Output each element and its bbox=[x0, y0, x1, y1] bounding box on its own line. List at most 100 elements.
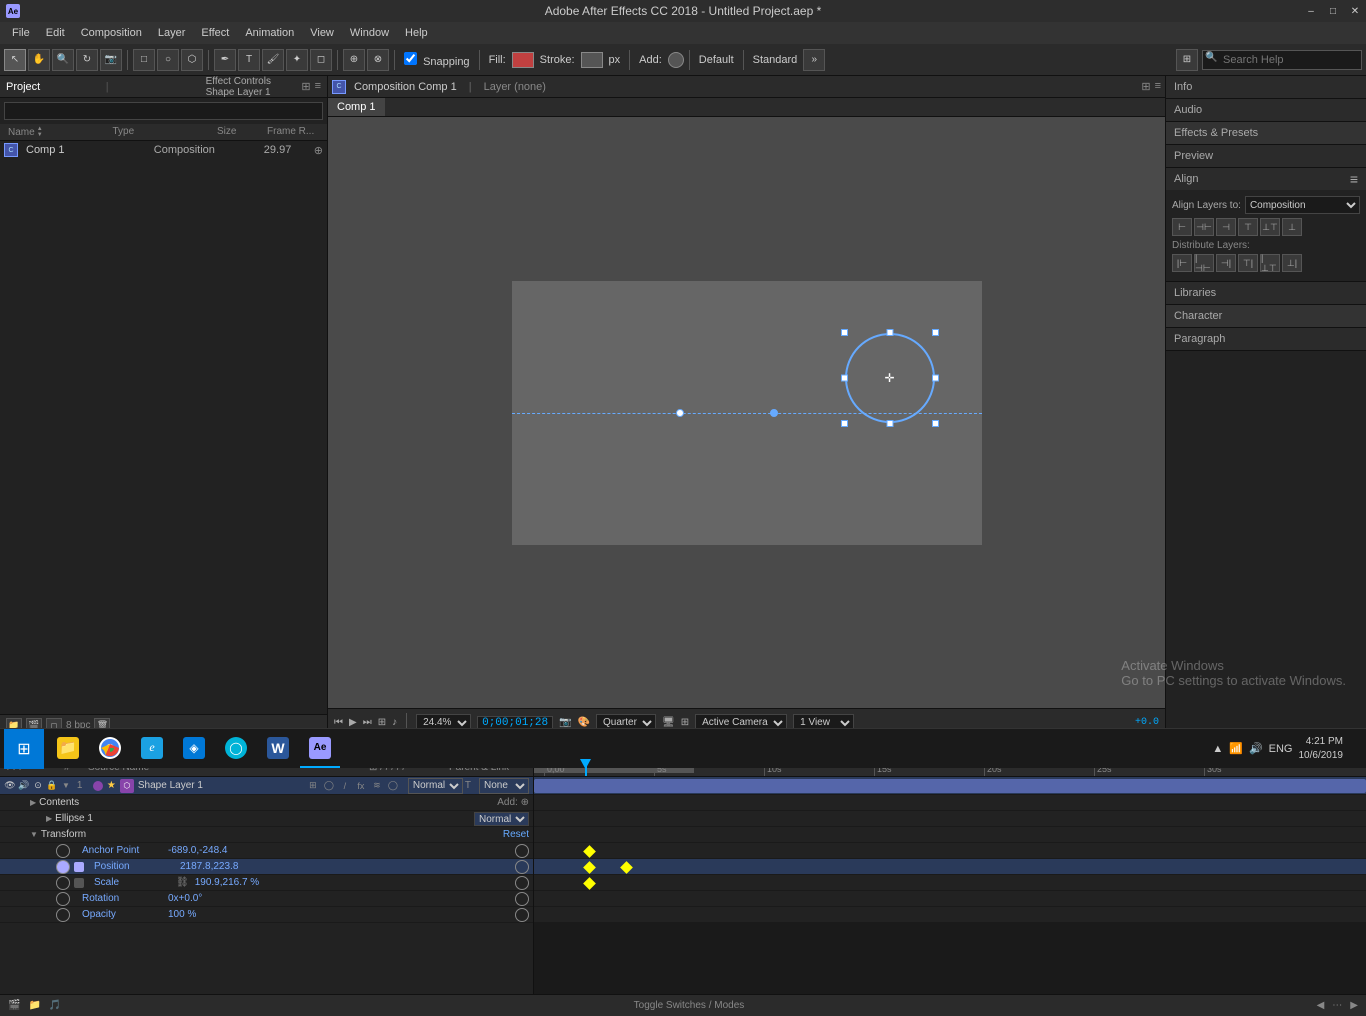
comp-tab-comp1[interactable]: Comp 1 bbox=[328, 98, 385, 116]
libraries-section-header[interactable]: Libraries bbox=[1166, 282, 1366, 304]
tl-folder-btn[interactable]: 📁 bbox=[28, 1000, 40, 1011]
info-section-header[interactable]: Info bbox=[1166, 76, 1366, 98]
layer-star-1[interactable]: ★ bbox=[107, 780, 116, 791]
scale-row[interactable]: Scale ⛓ 190.9,216.7 % bbox=[0, 875, 533, 891]
preview-section-header[interactable]: Preview bbox=[1166, 145, 1366, 167]
render-btn[interactable]: 🎬 bbox=[8, 1000, 20, 1011]
eraser-tool[interactable]: ◻ bbox=[310, 49, 332, 71]
taskbar-edge[interactable]: ◈ bbox=[174, 730, 214, 768]
transform-expand[interactable]: ▼ bbox=[30, 830, 38, 839]
audio-section-header[interactable]: Audio bbox=[1166, 99, 1366, 121]
anchor-keyframe[interactable] bbox=[583, 845, 596, 858]
ellipse-1-row[interactable]: ▶ Ellipse 1 Normal bbox=[0, 811, 533, 827]
prev-frame-btn[interactable]: ⏮ bbox=[334, 717, 343, 728]
ellipse-mode-select[interactable]: Normal bbox=[474, 812, 529, 826]
workspace-btn[interactable]: ⊞ bbox=[1176, 49, 1198, 71]
menu-window[interactable]: Window bbox=[342, 25, 397, 41]
paragraph-section-header[interactable]: Paragraph bbox=[1166, 328, 1366, 350]
rect-tool[interactable]: □ bbox=[133, 49, 155, 71]
sw-adjust[interactable]: ◯ bbox=[386, 779, 400, 793]
align-layers-select[interactable]: Composition Selection Layer bbox=[1245, 196, 1360, 214]
snapping-checkbox[interactable] bbox=[404, 52, 417, 65]
tl-nav-left[interactable]: ◀ bbox=[1317, 1000, 1325, 1011]
comp-panel-menu[interactable]: ≡ bbox=[1155, 80, 1161, 93]
taskbar-ae[interactable]: Ae bbox=[300, 730, 340, 768]
rotation-row[interactable]: Rotation 0x+0.0° bbox=[0, 891, 533, 907]
col-size[interactable]: Size bbox=[213, 126, 263, 138]
rotation-reset-btn[interactable] bbox=[515, 892, 529, 906]
scale-reset-btn[interactable] bbox=[515, 876, 529, 890]
layer-mode-select-1[interactable]: Normal bbox=[408, 778, 463, 794]
snapshot-btn[interactable]: 📷 bbox=[559, 717, 571, 728]
panel-menu-btn[interactable]: ≡ bbox=[315, 80, 321, 93]
stroke-color[interactable] bbox=[581, 52, 603, 68]
show-channel-btn[interactable]: 🎨 bbox=[578, 717, 590, 728]
layer-name-1[interactable]: Shape Layer 1 bbox=[138, 780, 306, 791]
rotate-tool[interactable]: ↻ bbox=[76, 49, 98, 71]
align-top-btn[interactable]: ⊤ bbox=[1238, 218, 1258, 236]
sw-motion-blur[interactable]: ≋ bbox=[370, 779, 384, 793]
handle-top[interactable] bbox=[886, 329, 893, 336]
contents-group[interactable]: ▶ Contents Add: ⊕ bbox=[0, 795, 533, 811]
ellipse-tool[interactable]: ○ bbox=[157, 49, 179, 71]
layer-solo-btn[interactable]: ⊙ bbox=[32, 780, 44, 792]
layer-label-1[interactable] bbox=[93, 781, 103, 791]
tl-nav-right[interactable]: ▶ bbox=[1350, 1000, 1358, 1011]
opacity-row[interactable]: Opacity 100 % bbox=[0, 907, 533, 923]
camera-tool[interactable]: 📷 bbox=[100, 49, 122, 71]
menu-animation[interactable]: Animation bbox=[237, 25, 302, 41]
align-hcenter-btn[interactable]: ⊣⊢ bbox=[1194, 218, 1214, 236]
poly-tool[interactable]: ⬡ bbox=[181, 49, 203, 71]
rotation-value[interactable]: 0x+0.0° bbox=[168, 893, 202, 904]
align-left-btn[interactable]: ⊢ bbox=[1172, 218, 1192, 236]
position-kf-2[interactable] bbox=[620, 861, 633, 874]
handle-tl[interactable] bbox=[841, 329, 848, 336]
col-name[interactable]: Name ▲ ▼ bbox=[4, 126, 109, 138]
sw-collapse[interactable]: ◯ bbox=[322, 779, 336, 793]
position-kf-1[interactable] bbox=[583, 861, 596, 874]
sw-effect[interactable]: fx bbox=[354, 779, 368, 793]
search-help-input[interactable] bbox=[1202, 50, 1362, 70]
brush-tool[interactable]: 🖌 bbox=[262, 49, 284, 71]
play-btn[interactable]: ▶ bbox=[349, 717, 357, 728]
menu-view[interactable]: View bbox=[302, 25, 342, 41]
layer-eye-btn[interactable]: 👁 bbox=[4, 780, 16, 792]
text-tool[interactable]: T bbox=[238, 49, 260, 71]
opacity-stopwatch[interactable] bbox=[56, 908, 70, 922]
maximize-button[interactable]: □ bbox=[1322, 0, 1344, 22]
position-reset-btn[interactable] bbox=[515, 860, 529, 874]
scale-stopwatch[interactable] bbox=[56, 876, 70, 890]
systray-sound[interactable]: 🔊 bbox=[1249, 742, 1263, 755]
selection-tool[interactable]: ↖ bbox=[4, 49, 26, 71]
contents-expand[interactable]: ▶ bbox=[30, 798, 36, 807]
col-type[interactable]: Type bbox=[109, 126, 214, 138]
align-section-header[interactable]: Align ≡ bbox=[1166, 168, 1366, 190]
anchor-point-value[interactable]: -689.0,-248.4 bbox=[168, 845, 228, 856]
handle-br[interactable] bbox=[932, 420, 939, 427]
fill-color[interactable] bbox=[512, 52, 534, 68]
character-section-header[interactable]: Character bbox=[1166, 305, 1366, 327]
sw-3d[interactable]: ⊞ bbox=[306, 779, 320, 793]
preview-options-btn[interactable]: ⊞ bbox=[378, 717, 386, 728]
taskbar-cortana[interactable]: ◯ bbox=[216, 730, 256, 768]
comp-size-btn[interactable]: 🖥 bbox=[662, 717, 675, 728]
grid-btn[interactable]: ⊞ bbox=[681, 717, 689, 728]
taskbar-word[interactable]: W bbox=[258, 730, 298, 768]
align-vcenter-btn[interactable]: ⊥⊤ bbox=[1260, 218, 1280, 236]
ellipse-expand[interactable]: ▶ bbox=[46, 814, 52, 823]
tl-nav-scroll[interactable]: ⋯ bbox=[1332, 1000, 1342, 1011]
anchor-point-row[interactable]: Anchor Point -689.0,-248.4 bbox=[0, 843, 533, 859]
tl-music-btn[interactable]: 🎵 bbox=[49, 1000, 61, 1011]
comp-viewport[interactable]: ✛ bbox=[328, 117, 1165, 708]
dist-top-btn[interactable]: ⊤| bbox=[1238, 254, 1258, 272]
puppet-tool[interactable]: ⊕ bbox=[343, 49, 365, 71]
handle-bl[interactable] bbox=[841, 420, 848, 427]
next-frame-btn[interactable]: ⏭ bbox=[363, 717, 372, 728]
project-tab[interactable]: Project bbox=[6, 81, 102, 93]
menu-composition[interactable]: Composition bbox=[73, 25, 150, 41]
project-item-comp1[interactable]: C Comp 1 Composition 29.97 ⊕ bbox=[0, 141, 327, 159]
effects-presets-section-header[interactable]: Effects & Presets bbox=[1166, 122, 1366, 144]
position-value[interactable]: 2187.8,223.8 bbox=[180, 861, 238, 872]
systray-network[interactable]: 📶 bbox=[1229, 742, 1243, 755]
handle-left[interactable] bbox=[841, 375, 848, 382]
